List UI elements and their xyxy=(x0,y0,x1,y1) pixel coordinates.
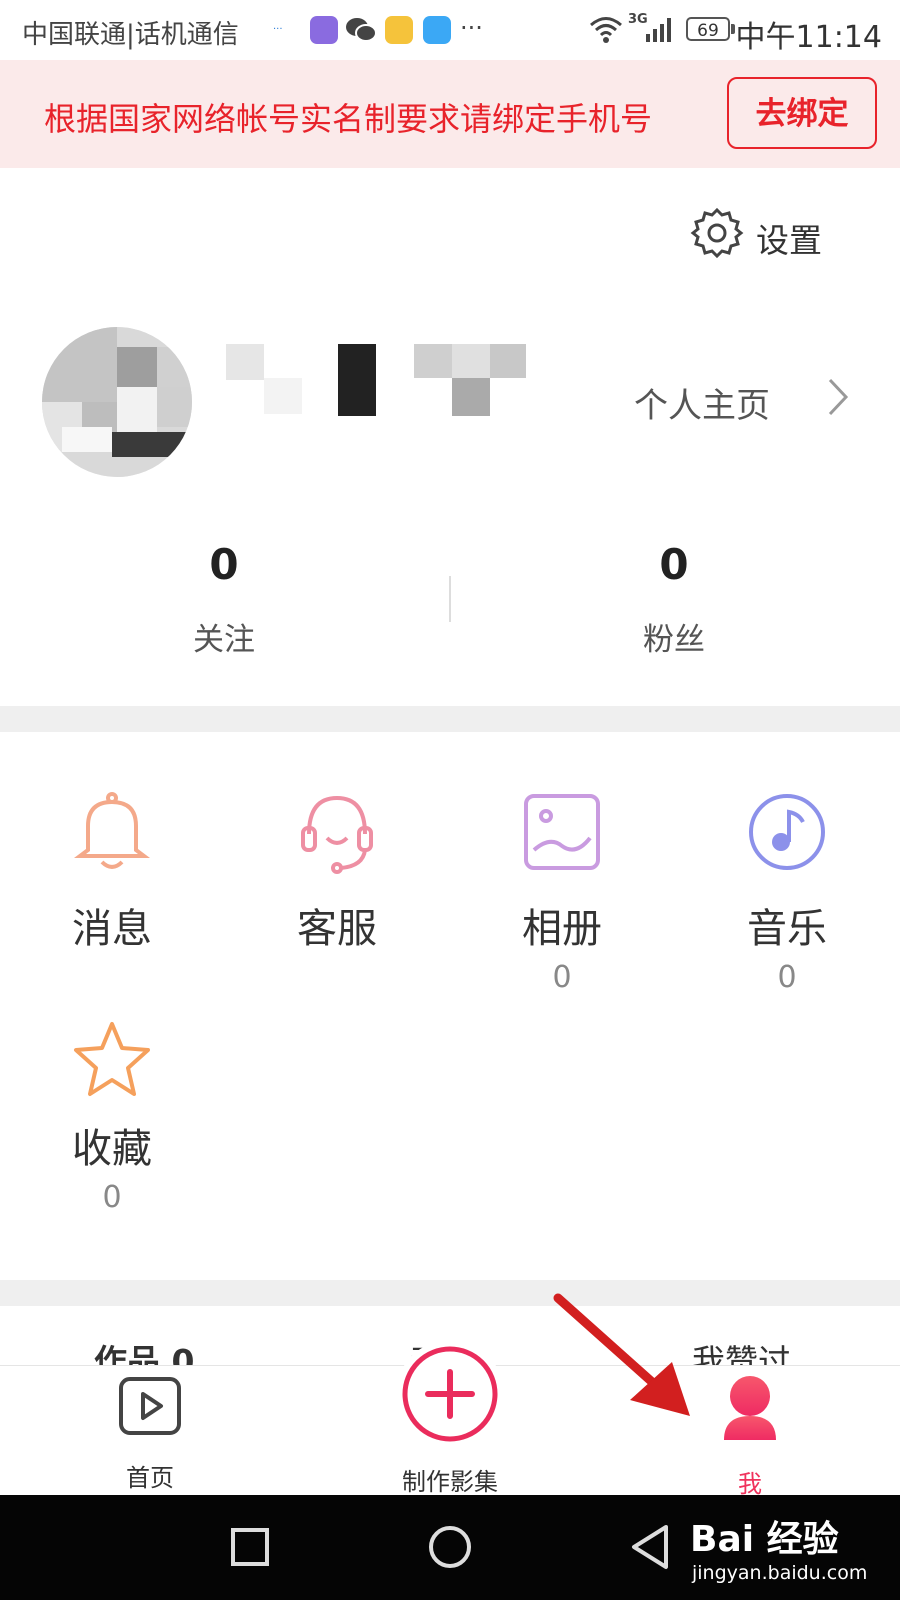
personal-homepage-label: 个人主页 xyxy=(634,386,770,426)
carrier-label: 中国联通|话机通信 xyxy=(22,20,239,50)
grid-item-label: 音乐 xyxy=(747,906,827,952)
grid-item-count: 0 xyxy=(777,960,797,995)
grid-item-messages[interactable]: 消息 xyxy=(32,790,192,1010)
wechat-icon xyxy=(345,16,377,48)
nav-home[interactable]: 首页 xyxy=(70,1366,230,1496)
nav-create-album[interactable]: 制作影集 xyxy=(370,1340,530,1496)
grid-item-label: 收藏 xyxy=(72,1126,152,1172)
watermark-brand: Bai 经验 xyxy=(690,1519,839,1560)
home-button[interactable] xyxy=(428,1525,472,1573)
nav-label: 制作影集 xyxy=(402,1468,498,1496)
tab-works[interactable]: 作品 0 xyxy=(94,1335,194,1367)
personal-homepage-link[interactable]: 个人主页 xyxy=(630,372,860,432)
followers-count: 0 xyxy=(659,540,689,589)
grid-item-label: 消息 xyxy=(72,906,152,952)
grid-item-count: 0 xyxy=(552,960,572,995)
phone-binding-notice: 根据国家网络帐号实名制要求请绑定手机号 去绑定 xyxy=(0,60,900,168)
nav-label: 首页 xyxy=(126,1464,174,1492)
following-label: 关注 xyxy=(193,622,255,658)
settings-label: 设置 xyxy=(756,221,822,260)
notice-text: 根据国家网络帐号实名制要求请绑定手机号 xyxy=(44,100,653,138)
star-icon xyxy=(72,1018,152,1102)
recents-button[interactable] xyxy=(230,1527,270,1571)
grid-item-label: 客服 xyxy=(297,906,377,952)
following-stat[interactable]: 0 关注 xyxy=(124,540,324,658)
section-divider xyxy=(0,1280,900,1306)
followers-label: 粉丝 xyxy=(643,622,705,658)
watermark-site: jingyan.baidu.com xyxy=(692,1562,868,1584)
annotation-arrow xyxy=(550,1290,710,1434)
signal-icon xyxy=(644,16,672,48)
plus-circle-icon xyxy=(394,1338,506,1454)
app-notification-icon xyxy=(385,16,413,44)
photo-album-icon xyxy=(522,790,602,874)
gear-icon xyxy=(690,206,744,264)
bottom-nav: 首页 制作影集 我 xyxy=(0,1340,900,1498)
more-notifications: ··· xyxy=(460,14,483,42)
bell-icon xyxy=(72,790,152,874)
chevron-right-icon xyxy=(826,376,850,422)
grid-item-favorites[interactable]: 收藏 0 xyxy=(32,1018,192,1238)
person-icon xyxy=(720,1374,780,1448)
avatar[interactable] xyxy=(42,327,192,477)
section-divider xyxy=(0,706,900,732)
bind-phone-button[interactable]: 去绑定 xyxy=(727,77,877,149)
app-notification-icon xyxy=(310,16,338,44)
grid-item-label: 相册 xyxy=(522,906,602,952)
grid-item-customer-service[interactable]: 客服 xyxy=(257,790,417,1010)
battery-tip xyxy=(731,24,735,34)
clock: 中午11:14 xyxy=(735,20,882,55)
network-speed-icon: ··· xyxy=(273,24,283,35)
grid-item-music[interactable]: 音乐 0 xyxy=(707,790,867,1010)
battery-icon: 69 xyxy=(686,17,730,41)
following-count: 0 xyxy=(209,540,239,589)
grid-item-count: 0 xyxy=(102,1180,122,1215)
nav-label: 我 xyxy=(738,1470,762,1498)
music-note-icon xyxy=(747,790,827,874)
shield-icon xyxy=(423,16,451,44)
back-button[interactable] xyxy=(628,1523,672,1575)
stat-divider xyxy=(449,576,451,622)
baidu-jingyan-watermark: Bai 经验 jingyan.baidu.com xyxy=(690,1510,867,1584)
status-bar: 中国联通|话机通信 ··· ··· 3G 69 中午11:14 xyxy=(0,0,900,60)
headset-icon xyxy=(297,790,377,874)
grid-item-album[interactable]: 相册 0 xyxy=(482,790,642,1010)
settings-button[interactable]: 设置 xyxy=(690,206,840,262)
followers-stat[interactable]: 0 粉丝 xyxy=(574,540,774,658)
wifi-icon xyxy=(588,14,624,48)
play-icon xyxy=(118,1376,182,1440)
username-pixelated xyxy=(226,344,536,424)
